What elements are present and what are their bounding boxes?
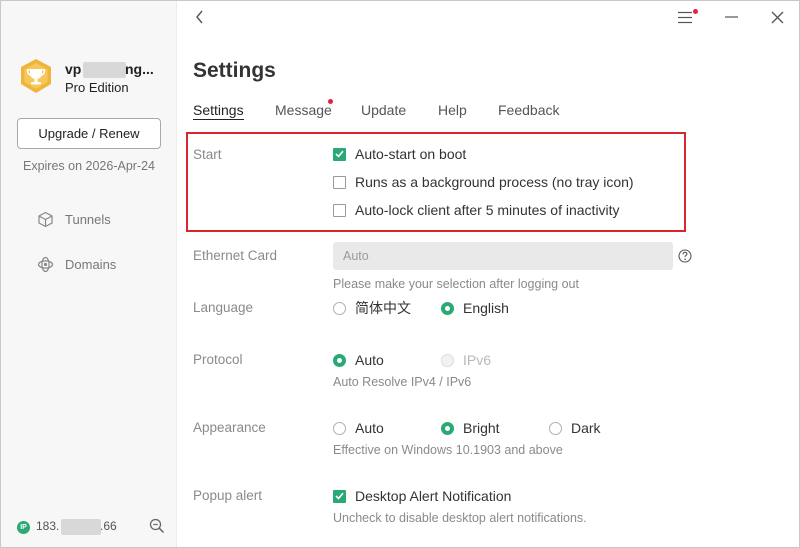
language-english-label: English [463,300,509,316]
ip-start: 183. [36,519,60,533]
language-chinese-label: 简体中文 [355,300,411,316]
appearance-auto-label: Auto [355,420,384,436]
nav-label-tunnels: Tunnels [65,211,111,227]
close-icon[interactable] [771,11,784,24]
back-arrow-icon[interactable] [194,9,206,25]
expiry-date: Expires on 2026-Apr-24 [22,159,156,173]
protocol-hint: Auto Resolve IPv4 / IPv6 [333,375,472,389]
tab-settings[interactable]: Settings [193,102,244,120]
popup-alert-label: Popup alert [193,488,263,503]
language-label: Language [193,300,254,315]
protocol-option-auto[interactable]: Auto [333,350,384,370]
ethernet-hint: Please make your selection after logging… [333,277,579,291]
nav-item-tunnels[interactable]: Tunnels [37,209,111,229]
username-end: ng... [125,61,154,77]
upgrade-renew-button[interactable]: Upgrade / Renew [17,118,161,149]
checkbox-unchecked-icon [333,203,346,217]
tab-update[interactable]: Update [361,102,406,118]
ethernet-card-select[interactable]: Auto [333,242,673,270]
nav-item-domains[interactable]: Domains [37,254,116,274]
appearance-option-auto[interactable]: Auto [333,418,384,438]
hamburger-menu-icon[interactable] [678,11,693,24]
radio-checked-icon [441,421,454,435]
protocol-option-ipv6: IPv6 [441,350,491,370]
radio-unchecked-icon [333,301,346,315]
ip-end: .66 [100,519,117,533]
appearance-option-bright[interactable]: Bright [441,418,500,438]
appearance-dark-label: Dark [571,420,601,436]
protocol-auto-label: Auto [355,352,384,368]
radio-checked-icon [333,353,346,367]
desktop-alert-checkbox[interactable]: Desktop Alert Notification [333,486,511,506]
checkbox-checked-icon [333,147,346,161]
background-process-label: Runs as a background process (no tray ic… [355,174,634,190]
nav-label-domains: Domains [65,256,117,272]
tab-help[interactable]: Help [438,102,467,118]
appearance-option-dark[interactable]: Dark [549,418,601,438]
username-redacted [83,62,126,78]
radio-unchecked-icon [549,421,562,435]
username-start: vp [65,61,82,77]
cube-icon [38,211,53,227]
help-question-icon[interactable] [678,249,692,263]
appearance-bright-label: Bright [463,420,500,436]
language-option-chinese[interactable]: 简体中文 [333,298,411,318]
app-window: vp ng... Pro Edition Upgrade / Renew Exp… [0,0,800,548]
auto-lock-checkbox[interactable]: Auto-lock client after 5 minutes of inac… [333,200,620,220]
edition-label: Pro Edition [65,80,129,95]
zoom-search-icon[interactable] [149,518,165,534]
tab-feedback[interactable]: Feedback [498,102,559,118]
checkbox-unchecked-icon [333,175,346,189]
ip-badge-icon: IP [17,521,30,534]
protocol-ipv6-label: IPv6 [463,352,492,368]
menu-notification-dot [693,9,698,14]
radio-disabled-icon [441,353,454,367]
tab-message[interactable]: Message [275,102,332,118]
radio-unchecked-icon [333,421,346,435]
minimize-icon[interactable] [725,16,738,19]
auto-lock-label: Auto-lock client after 5 minutes of inac… [355,202,620,218]
ethernet-card-label: Ethernet Card [193,248,278,263]
appearance-label: Appearance [193,420,266,435]
ip-redacted [61,519,101,535]
background-process-checkbox[interactable]: Runs as a background process (no tray ic… [333,172,634,192]
radio-checked-icon [441,301,454,315]
auto-start-checkbox[interactable]: Auto-start on boot [333,144,466,164]
checkbox-checked-icon [333,489,346,503]
appearance-hint: Effective on Windows 10.1903 and above [333,443,563,457]
language-option-english[interactable]: English [441,298,509,318]
protocol-label: Protocol [193,352,243,367]
start-label: Start [193,147,222,162]
auto-start-label: Auto-start on boot [355,146,467,162]
domains-icon [37,256,54,272]
page-title: Settings [193,59,276,82]
sidebar: vp ng... Pro Edition Upgrade / Renew Exp… [1,1,177,547]
message-notification-dot [328,99,333,104]
trophy-avatar-icon [21,59,51,93]
popup-hint: Uncheck to disable desktop alert notific… [333,511,587,525]
desktop-alert-label: Desktop Alert Notification [355,488,512,504]
